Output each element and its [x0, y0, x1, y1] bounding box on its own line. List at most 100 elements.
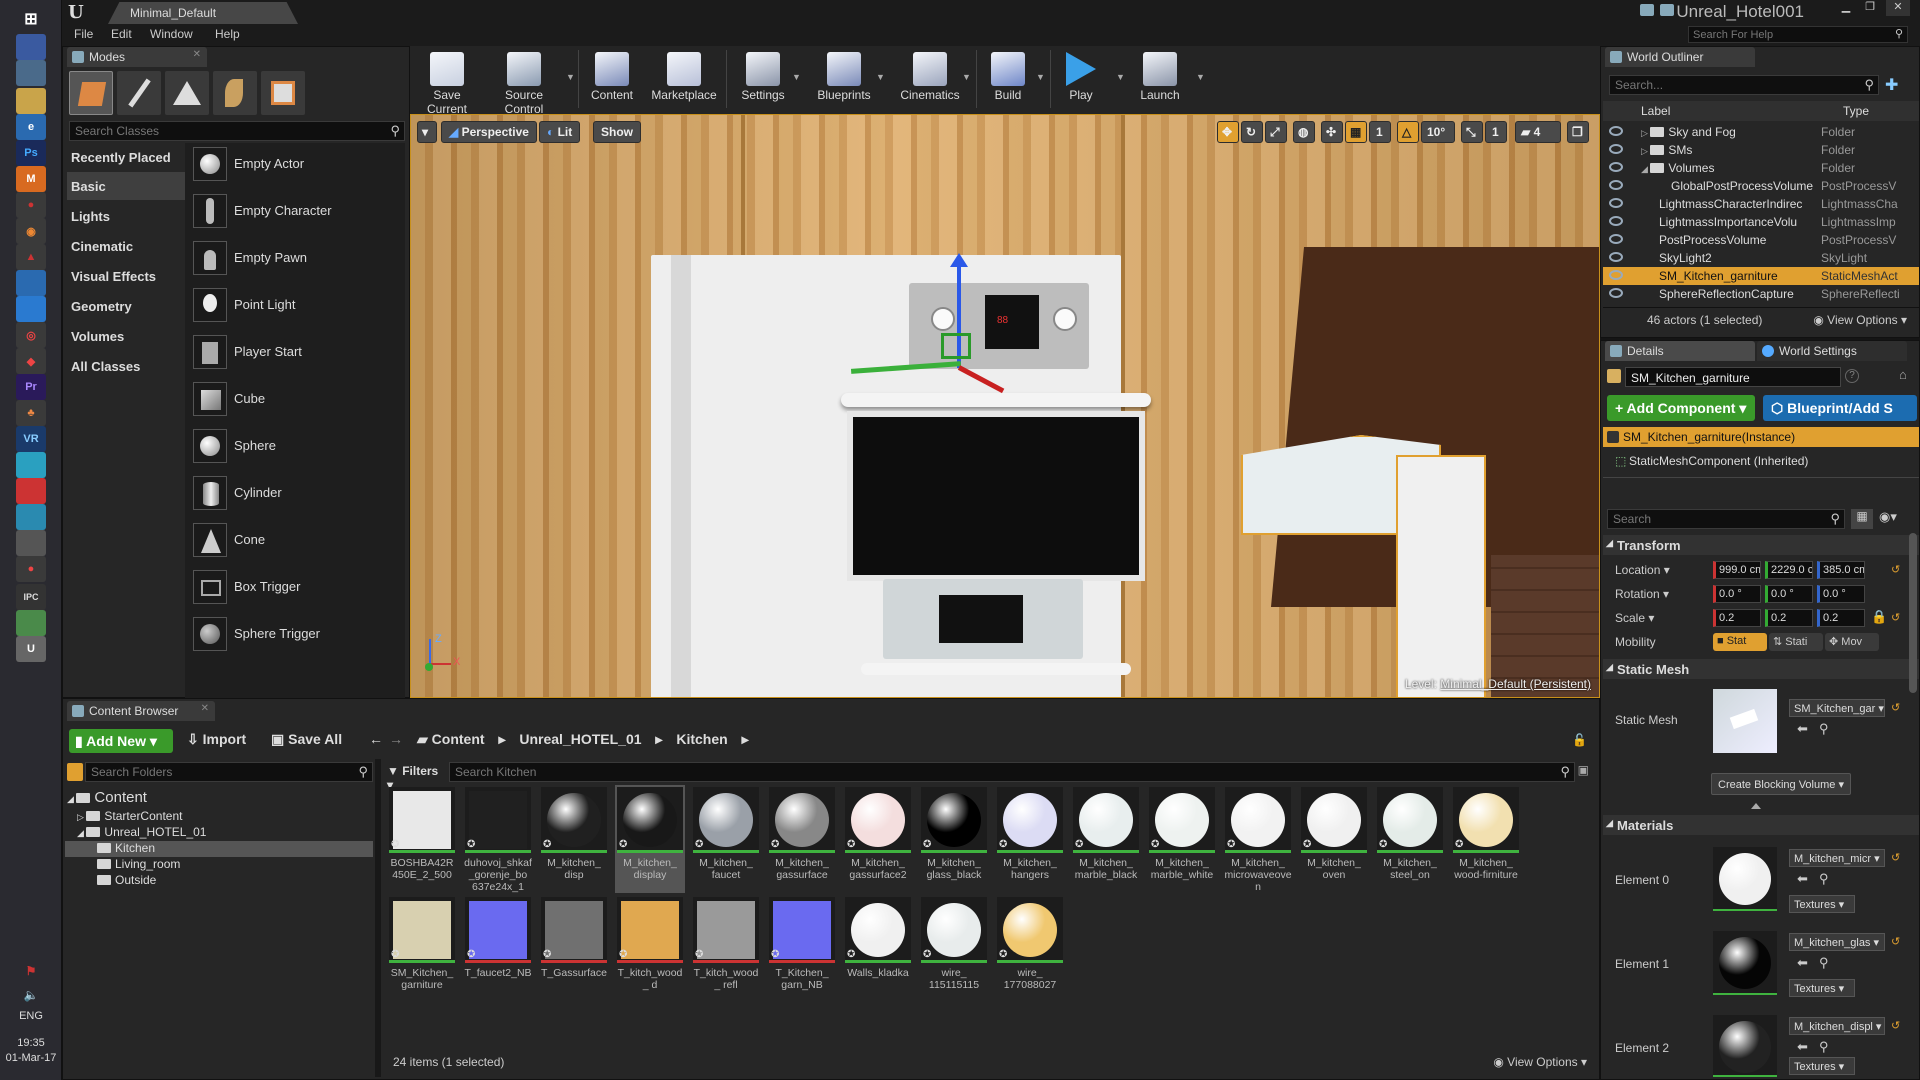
marketplace-button[interactable]: Marketplace: [646, 48, 722, 112]
textures-dropdown[interactable]: Textures ▾: [1789, 1057, 1855, 1075]
component-row[interactable]: ⬚ StaticMeshComponent (Inherited): [1603, 451, 1919, 471]
breadcrumb-item[interactable]: Unreal_HOTEL_01: [519, 731, 641, 747]
rotation-y-field[interactable]: 0.0 °: [1765, 585, 1813, 603]
notification-icon[interactable]: [1640, 4, 1654, 16]
browser-icon[interactable]: e: [16, 114, 46, 140]
use-selected-icon[interactable]: ⬅: [1797, 1039, 1808, 1055]
asset-tile[interactable]: ✪ T_kitch_wood_ d: [615, 895, 685, 1003]
details-tab[interactable]: Details: [1605, 341, 1755, 361]
grid-snap-value[interactable]: 1: [1369, 121, 1391, 143]
material-thumbnail[interactable]: [1713, 847, 1777, 911]
scale-label[interactable]: Scale ▾: [1615, 611, 1654, 625]
save-all-button[interactable]: ▣ Save All: [271, 731, 342, 748]
outliner-view-options[interactable]: ◉ View Options ▾: [1813, 313, 1907, 327]
asset-tile[interactable]: ✪ M_kitchen_ display: [615, 785, 685, 893]
show-button[interactable]: Show: [593, 121, 641, 143]
scale-tool-button[interactable]: ⤢: [1265, 121, 1287, 143]
material-thumbnail[interactable]: [1713, 1015, 1777, 1077]
breadcrumb-separator[interactable]: ▸: [498, 731, 505, 747]
lock-icon[interactable]: 🔓: [1572, 733, 1587, 747]
surface-snap-button[interactable]: ✣: [1321, 121, 1343, 143]
start-icon[interactable]: ⊞: [16, 6, 46, 32]
chevron-down-icon[interactable]: ▼: [876, 72, 885, 82]
category-geometry[interactable]: Geometry: [67, 292, 185, 320]
volume-icon[interactable]: 🔈: [16, 982, 46, 1008]
type-column-header[interactable]: Type: [1843, 104, 1869, 118]
mobility-static-button[interactable]: ■ Stat: [1713, 633, 1767, 651]
scale-x-field[interactable]: 0.2: [1713, 609, 1761, 627]
outliner-row[interactable]: ▷ Sky and Fog Folder: [1603, 123, 1919, 141]
label-column-header[interactable]: Label: [1641, 104, 1670, 118]
category-basic[interactable]: Basic: [67, 172, 185, 200]
details-scrollbar[interactable]: [1909, 533, 1917, 693]
help-icon[interactable]: ?: [1845, 369, 1859, 383]
folder-icon[interactable]: [16, 88, 46, 114]
world-settings-tab[interactable]: World Settings: [1757, 341, 1907, 361]
rotate-tool-button[interactable]: ↻: [1241, 121, 1263, 143]
asset-tile[interactable]: ✪ M_kitchen_ marble_white: [1147, 785, 1217, 893]
transform-section-header[interactable]: ◢ Transform: [1603, 535, 1919, 555]
close-button[interactable]: ✕: [1886, 0, 1910, 16]
outliner-row[interactable]: SphereReflectionCapture SphereReflecti: [1603, 285, 1919, 303]
photoshop-icon[interactable]: Ps: [16, 140, 46, 166]
asset-tile[interactable]: ✪ T_kitch_wood_ refl: [691, 895, 761, 1003]
visibility-icon[interactable]: [1609, 234, 1623, 244]
scale-snap-button[interactable]: ⤡: [1461, 121, 1483, 143]
max-icon[interactable]: M: [16, 166, 46, 192]
paint-mode-button[interactable]: [117, 71, 161, 115]
geometry-mode-button[interactable]: [261, 71, 305, 115]
visibility-icon[interactable]: [1609, 270, 1623, 280]
menu-help[interactable]: Help: [215, 27, 240, 41]
scale-y-field[interactable]: 0.2: [1765, 609, 1813, 627]
textures-dropdown[interactable]: Textures ▾: [1789, 895, 1855, 913]
launch-button[interactable]: Launch: [1132, 48, 1188, 112]
reset-icon[interactable]: ↺: [1891, 851, 1900, 864]
rotation-label[interactable]: Rotation ▾: [1615, 587, 1669, 601]
rotation-snap-button[interactable]: △: [1397, 121, 1419, 143]
breadcrumb-separator[interactable]: ▸: [655, 731, 662, 747]
asset-tile[interactable]: ✪ M_kitchen_ disp: [539, 785, 609, 893]
asset-tile[interactable]: ✪ T_Kitchen_ garn_NB: [767, 895, 837, 1003]
add-component-button[interactable]: + Add Component ▾: [1607, 395, 1755, 421]
visibility-icon[interactable]: [1609, 252, 1623, 262]
category-cinematic[interactable]: Cinematic: [67, 232, 185, 260]
app-icon-7[interactable]: [16, 296, 46, 322]
landscape-mode-button[interactable]: [165, 71, 209, 115]
reset-icon[interactable]: ↺: [1891, 611, 1900, 624]
app-icon-3[interactable]: ●: [16, 192, 46, 218]
vr-icon[interactable]: VR: [16, 426, 46, 452]
actor-name-input[interactable]: SM_Kitchen_garniture: [1625, 367, 1841, 387]
forward-button[interactable]: →: [389, 731, 403, 747]
maximize-viewport-button[interactable]: ❐: [1567, 121, 1589, 143]
scale-snap-value[interactable]: 1: [1485, 121, 1507, 143]
material-combo[interactable]: M_kitchen_glas ▾: [1789, 933, 1885, 951]
place-mode-button[interactable]: [69, 71, 113, 115]
browse-icon[interactable]: ⚲: [1819, 955, 1829, 971]
category-lights[interactable]: Lights: [67, 202, 185, 230]
asset-tile[interactable]: ✪ T_Gassurface: [539, 895, 609, 1003]
asset-search-input[interactable]: Search Kitchen ⚲: [449, 762, 1575, 782]
rotation-x-field[interactable]: 0.0 °: [1713, 585, 1761, 603]
source-control-button[interactable]: Source Control: [484, 48, 564, 116]
asset-tile[interactable]: ✪ M_kitchen_ marble_black: [1071, 785, 1141, 893]
reset-icon[interactable]: ↺: [1891, 701, 1900, 714]
blueprints-button[interactable]: Blueprints: [810, 48, 878, 112]
tray-icon[interactable]: ⚑: [16, 958, 46, 984]
app-icon-15[interactable]: ●: [16, 556, 46, 582]
save-search-icon[interactable]: ▣: [1578, 763, 1589, 777]
menu-file[interactable]: File: [74, 27, 93, 41]
asset-tile[interactable]: ✪ wire_ 177088027: [995, 895, 1065, 1003]
app-icon-2[interactable]: [16, 60, 46, 86]
outliner-row[interactable]: ◢ Volumes Folder: [1603, 159, 1919, 177]
materials-section-header[interactable]: ◢ Materials: [1603, 815, 1919, 835]
asset-tile[interactable]: ✪ M_kitchen_ steel_on: [1375, 785, 1445, 893]
chevron-down-icon[interactable]: ▼: [962, 72, 971, 82]
asset-tile[interactable]: ✪ SM_Kitchen_ garniture: [387, 895, 457, 1003]
level-tab[interactable]: Minimal_Default: [108, 2, 298, 24]
visibility-icon[interactable]: [1609, 144, 1623, 154]
textures-dropdown[interactable]: Textures ▾: [1789, 979, 1855, 997]
breadcrumb-item[interactable]: Kitchen: [676, 731, 727, 747]
outliner-row[interactable]: GlobalPostProcessVolume PostProcessV: [1603, 177, 1919, 195]
asset-tile[interactable]: ✪ T_faucet2_NB: [463, 895, 533, 1003]
content-browser-tab[interactable]: Content Browser ✕: [67, 701, 215, 721]
